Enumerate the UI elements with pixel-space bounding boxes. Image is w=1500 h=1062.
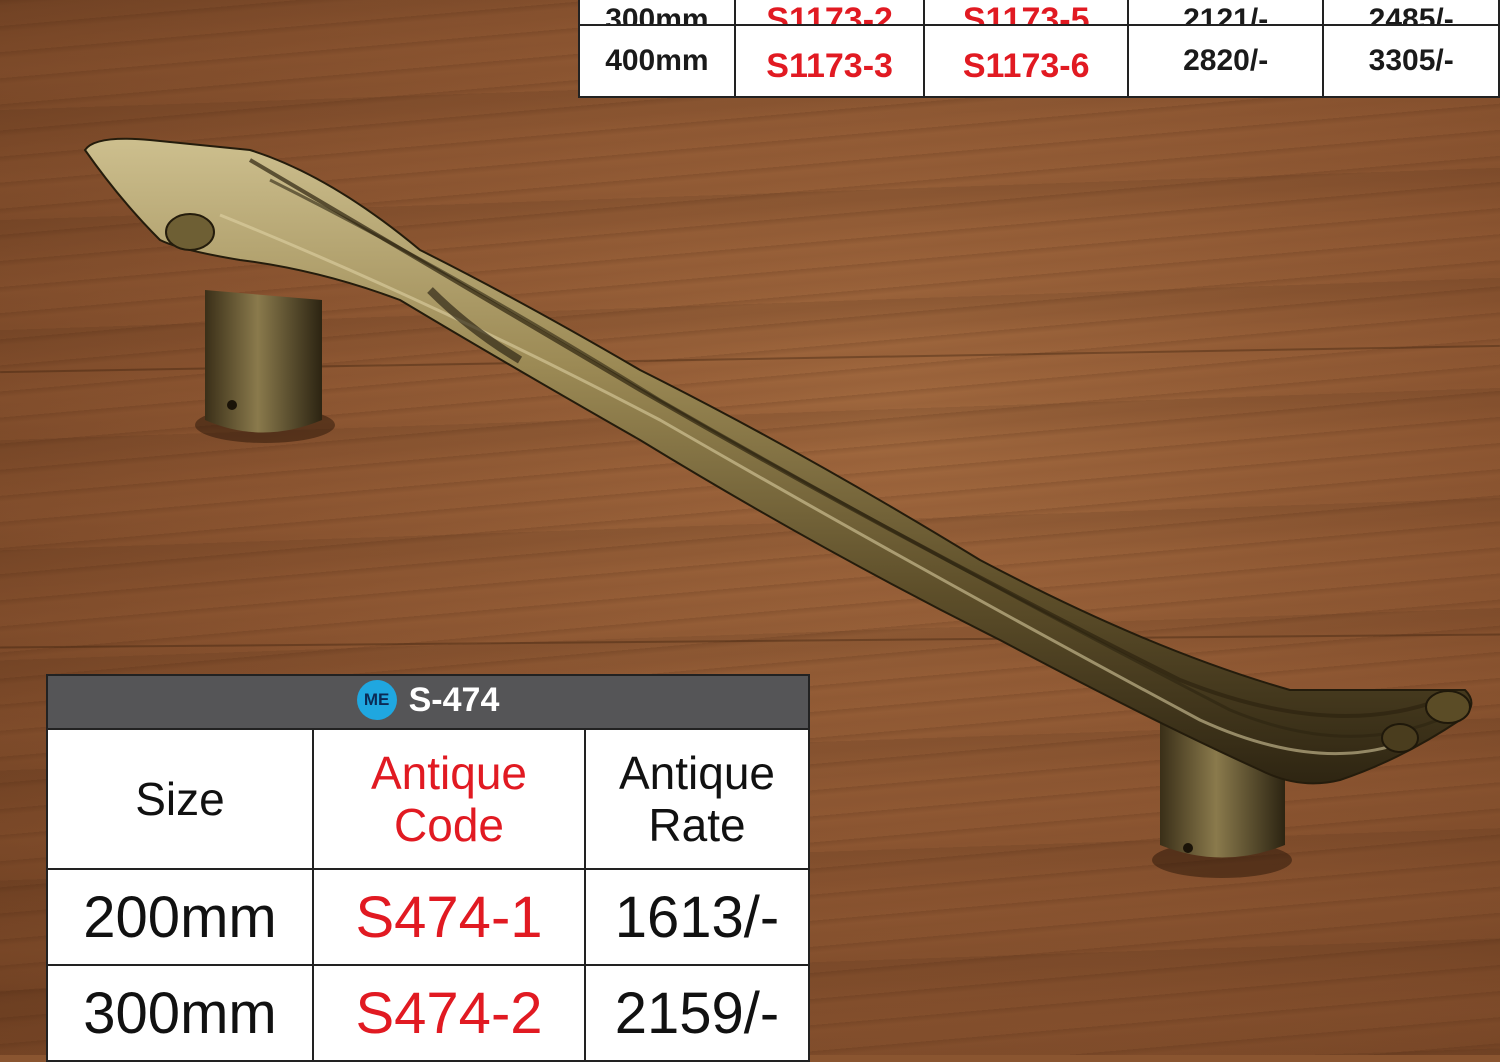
table-row: 200mm S474-1 1613/- <box>46 868 810 966</box>
code-cell: S1173-6 <box>923 24 1129 98</box>
model-number: S-474 <box>408 681 500 720</box>
rate-cell: 2485/- <box>1322 0 1500 26</box>
size-cell: 200mm <box>46 868 314 966</box>
model-title: ME S-474 <box>46 674 810 730</box>
rate-cell: 1613/- <box>584 868 810 966</box>
code-cell: S1173-3 <box>733 24 926 98</box>
size-cell: 300mm <box>46 964 314 1062</box>
table-title-row: ME S-474 <box>46 674 810 730</box>
code-cell: S474-1 <box>312 868 586 966</box>
table-row: 300mm S474-2 2159/- <box>46 964 810 1062</box>
table-row: 400mm S1173-3 S1173-6 2820/- 3305/- <box>578 24 1500 98</box>
screw-hole <box>227 400 237 410</box>
handle-end-cap <box>1381 723 1419 753</box>
table-row: 300mm S1173-2 S1173-5 2121/- 2485/- <box>578 0 1500 26</box>
handle-end-cap <box>165 213 215 251</box>
handle-post-left <box>205 290 322 433</box>
code-cell: S1173-2 <box>733 0 926 26</box>
header-antique-rate: Antique Rate <box>584 728 810 870</box>
code-cell: S1173-5 <box>923 0 1129 26</box>
handle-ridge <box>248 158 1441 718</box>
handle-end-cap <box>1425 690 1471 724</box>
rate-cell: 2820/- <box>1126 24 1325 98</box>
me-badge-icon: ME <box>356 679 397 720</box>
table-header-row: Size Antique Code Antique Rate <box>46 728 810 870</box>
size-cell: 400mm <box>578 24 736 98</box>
price-table-s1173: 300mm S1173-2 S1173-5 2121/- 2485/- 400m… <box>578 0 1500 98</box>
size-cell: 300mm <box>578 0 736 26</box>
rate-cell: 2159/- <box>584 964 810 1062</box>
screw-hole <box>1183 843 1193 853</box>
code-cell: S474-2 <box>312 964 586 1062</box>
rate-cell: 3305/- <box>1322 24 1500 98</box>
header-size: Size <box>46 728 314 870</box>
header-antique-code: Antique Code <box>312 728 586 870</box>
rate-cell: 2121/- <box>1126 0 1325 26</box>
price-table-s474: ME S-474 Size Antique Code Antique Rate 200… <box>46 674 810 1062</box>
